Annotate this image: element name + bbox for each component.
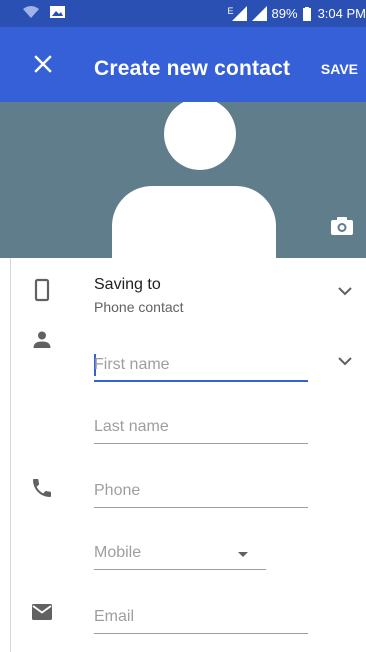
phone-field[interactable]: Phone [94,478,308,508]
first-name-field[interactable]: First name [94,352,308,382]
first-name-placeholder: First name [94,356,170,373]
wifi-icon [23,6,39,18]
status-time: 3:04 PM [317,6,366,21]
status-right: E 89% 3:04 PM [228,6,366,21]
phone-device-icon [34,278,50,302]
email-field[interactable]: Email [94,604,308,634]
app-bar: Create new contact SAVE [0,27,366,102]
account-title: Saving to [94,276,161,293]
phone-type-select[interactable]: Mobile [94,540,266,570]
chevron-down-icon[interactable] [337,285,353,297]
mail-icon [32,604,52,620]
page-title: Create new contact [94,57,291,80]
call-icon [33,479,51,497]
phone-placeholder: Phone [94,482,141,499]
contact-photo-area[interactable] [0,102,366,258]
signal-icon [231,6,247,21]
signal-icon [251,6,267,21]
field-underline [94,380,308,382]
field-underline [94,569,266,570]
save-button[interactable]: SAVE [321,61,358,77]
email-placeholder: Email [94,608,135,625]
avatar-body [112,186,276,258]
avatar-head [164,102,236,170]
account-subtitle: Phone contact [94,299,184,315]
last-name-field[interactable]: Last name [94,414,308,444]
dropdown-arrow-icon [238,552,248,557]
field-underline [94,443,308,444]
person-icon [33,331,51,348]
divider [10,258,11,652]
phone-type-value: Mobile [94,544,142,561]
close-icon [34,55,52,73]
field-underline [94,633,308,634]
image-icon [50,6,65,18]
close-button[interactable] [28,49,58,79]
battery-percent: 89% [271,6,298,21]
camera-icon[interactable] [330,216,354,236]
field-underline [94,507,308,508]
battery-icon [302,6,311,21]
chevron-down-icon[interactable] [337,355,353,367]
status-left [22,5,65,19]
last-name-placeholder: Last name [94,418,169,435]
status-bar: E 89% 3:04 PM [0,0,366,27]
